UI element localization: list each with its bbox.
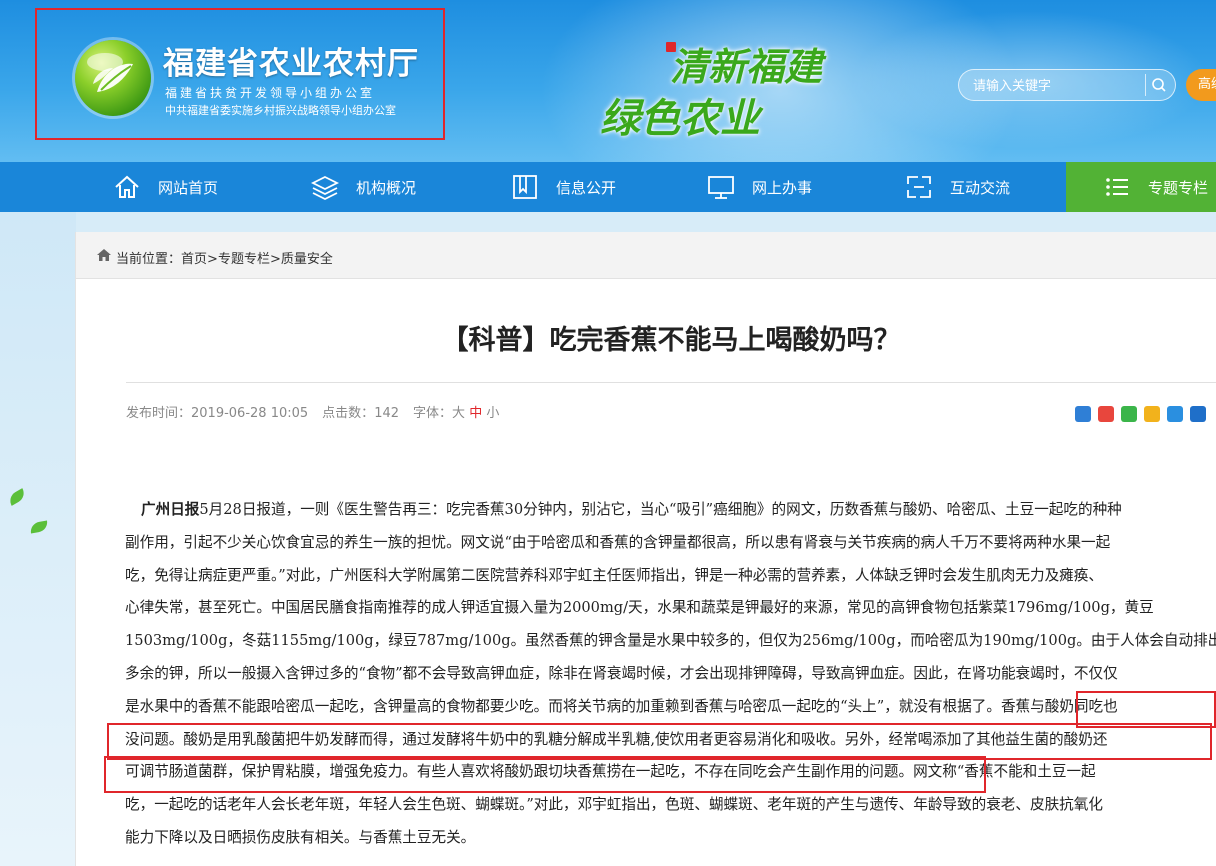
article-container: 当前位置：首页>专题专栏>质量安全 【科普】吃完香蕉不能马上喝酸奶吗？ 发布时间… xyxy=(75,232,1216,866)
slogan-line-1: 清新福建 xyxy=(670,44,823,89)
article-line: 是水果中的香蕉不能跟哈密瓜一起吃，含钾量高的食物都要少吃。而将关节病的加重赖到香… xyxy=(125,697,1118,715)
nav-label: 网上办事 xyxy=(752,178,813,197)
nav-label: 专题专栏 xyxy=(1148,178,1209,197)
nav-item-special-topics[interactable]: 专题专栏 xyxy=(1066,162,1216,212)
clicks-label: 点击数： xyxy=(322,406,375,421)
article-line: 吃，一起吃的话老年人会长老年斑，年轻人会生色斑、蝴蝶斑。”对此，邓宇虹指出，色斑… xyxy=(125,796,1103,814)
article-meta: 发布时间：2019-06-28 10:05 点击数：142 字体：大 中 小 xyxy=(126,402,499,421)
search-button[interactable] xyxy=(1145,74,1170,96)
site-subtitle-2: 中共福建省委实施乡村振兴战略领导小组办公室 xyxy=(165,104,396,117)
font-size-large[interactable]: 大 xyxy=(452,406,465,421)
page-background-left xyxy=(0,212,76,866)
breadcrumb-link-topics[interactable]: 专题专栏 xyxy=(218,252,270,267)
leaf-decoration xyxy=(6,488,28,506)
breadcrumb-prefix: 当前位置： xyxy=(116,252,182,267)
logo-emblem-icon xyxy=(75,40,151,116)
monitor-icon xyxy=(708,176,734,199)
share-bar xyxy=(1075,406,1206,422)
nav-label: 互动交流 xyxy=(950,178,1011,197)
advanced-search-button[interactable]: 高级 xyxy=(1186,69,1216,101)
share-weibo-icon[interactable] xyxy=(1098,406,1114,422)
site-header: 福建省农业农村厅 福建省扶贫开发领导小组办公室 中共福建省委实施乡村振兴战略领导… xyxy=(0,0,1216,162)
nav-item-interaction[interactable]: 互动交流 xyxy=(904,162,1010,212)
nav-item-online-service[interactable]: 网上办事 xyxy=(706,162,812,212)
nav-label: 网站首页 xyxy=(158,178,219,197)
title-divider xyxy=(126,382,1216,383)
font-size-medium[interactable]: 中 xyxy=(469,406,482,421)
logo-block[interactable]: 福建省农业农村厅 福建省扶贫开发领导小组办公室 中共福建省委实施乡村振兴战略领导… xyxy=(35,8,445,140)
bookmark-icon xyxy=(513,175,537,199)
publish-label: 发布时间： xyxy=(126,406,192,421)
article-line-text: 5月28日报道，一则《医生警告再三：吃完香蕉30分钟内，别沾它，当心“吸引”癌细… xyxy=(199,501,1122,518)
slogan-calligraphy: 清新福建 绿色农业 xyxy=(600,36,860,146)
article-line: 吃，免得让病症更严重。”对此，广州医科大学附属第二医院营养科邓宇虹主任医师指出，… xyxy=(125,566,1103,584)
breadcrumb-link-home[interactable]: 首页 xyxy=(181,252,207,267)
article-line: 没问题。酸奶是用乳酸菌把牛奶发酵而得，通过发酵将牛奶中的乳糖分解成半乳糖,使饮用… xyxy=(125,730,1108,748)
share-wechat-icon[interactable] xyxy=(1121,406,1137,422)
article-line: 多余的钾，所以一般摄入含钾过多的“食物”都不会导致高钾血症，除非在肾衰竭时候，才… xyxy=(125,665,1118,682)
home-icon xyxy=(115,175,139,198)
search-input[interactable] xyxy=(971,76,1145,96)
search-icon xyxy=(1152,78,1166,92)
list-icon xyxy=(1106,178,1128,196)
share-more-icon[interactable] xyxy=(1075,406,1091,422)
article-line: 广州日报5月28日报道，一则《医生警告再三：吃完香蕉30分钟内，别沾它，当心“吸… xyxy=(141,494,1122,527)
nav-label: 信息公开 xyxy=(556,178,617,197)
leaf-decoration xyxy=(29,520,49,534)
slogan-line-2: 绿色农业 xyxy=(600,95,760,142)
breadcrumb-link-quality[interactable]: 质量安全 xyxy=(281,252,333,267)
article-line: 心律失常，甚至死亡。中国居民膳食指南推荐的成人钾适宜摄入量为2000mg/天，水… xyxy=(125,599,1154,617)
share-renren-icon[interactable] xyxy=(1190,406,1206,422)
breadcrumb-separator: > xyxy=(207,252,218,267)
clicks-count: 142 xyxy=(374,406,400,421)
article-line: 1503mg/100g，冬菇1155mg/100g，绿豆787mg/100g。虽… xyxy=(125,632,1216,650)
article-line: 可调节肠道菌群，保护胃粘膜，增强免疫力。有些人喜欢将酸奶跟切块香蕉捞在一起吃，不… xyxy=(125,763,1096,781)
layers-icon xyxy=(310,175,340,201)
site-subtitle-1: 福建省扶贫开发领导小组办公室 xyxy=(165,86,376,100)
main-nav: 网站首页 机构概况 信息公开 网上办事 互动交流 专题专栏 xyxy=(0,162,1216,212)
breadcrumb-trail: 当前位置：首页>专题专栏>质量安全 xyxy=(116,248,333,267)
article-line: 能力下降以及日晒损伤皮肤有相关。与香蕉土豆无关。 xyxy=(125,829,476,846)
home-icon xyxy=(97,249,111,261)
article-line: 副作用，引起不少关心饮食宜忌的养生一族的担忧。网文说“由于哈密瓜和香蕉的含钾量都… xyxy=(125,533,1111,551)
share-qq-icon[interactable] xyxy=(1167,406,1183,422)
font-size-label: 字体： xyxy=(413,406,453,421)
site-name: 福建省农业农村厅 xyxy=(163,46,419,82)
font-size-small[interactable]: 小 xyxy=(486,406,499,421)
publish-time: 2019-06-28 10:05 xyxy=(191,406,309,421)
nav-label: 机构概况 xyxy=(356,178,417,197)
article-source: 广州日报 xyxy=(141,501,200,518)
share-qzone-icon[interactable] xyxy=(1144,406,1160,422)
search-box xyxy=(958,69,1176,101)
exchange-icon xyxy=(907,176,931,198)
nav-item-organization[interactable]: 机构概况 xyxy=(310,162,416,212)
nav-item-home[interactable]: 网站首页 xyxy=(112,162,218,212)
breadcrumb-separator: > xyxy=(269,252,281,267)
nav-item-info-disclosure[interactable]: 信息公开 xyxy=(510,162,616,212)
breadcrumb: 当前位置：首页>专题专栏>质量安全 xyxy=(76,232,1216,279)
article-title: 【科普】吃完香蕉不能马上喝酸奶吗？ xyxy=(441,325,901,356)
